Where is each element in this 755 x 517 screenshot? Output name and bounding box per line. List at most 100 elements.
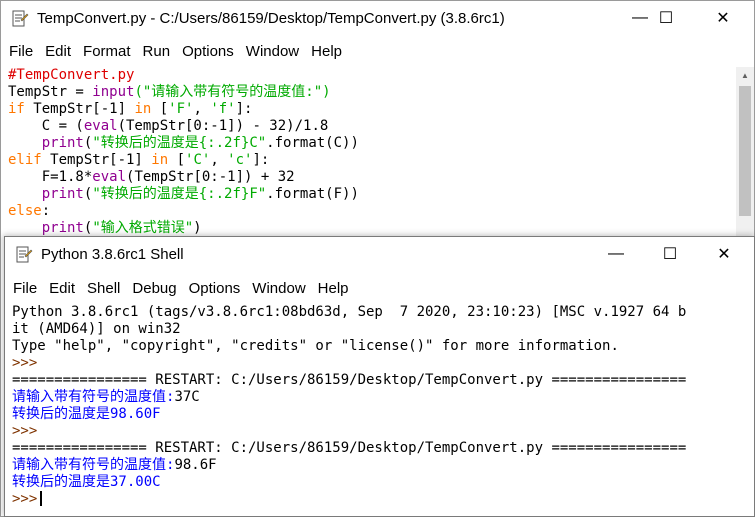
shell-restart-line: ================ RESTART: C:/Users/86159… (12, 372, 687, 388)
editor-scroll-thumb[interactable] (739, 86, 751, 216)
shell-menu-debug[interactable]: Debug (126, 280, 182, 297)
code-line: print("转换后的温度是{:.2f}C".format(C)) (8, 135, 736, 152)
code-keyword: in (134, 101, 152, 117)
editor-menu-run[interactable]: Run (137, 43, 177, 60)
code-text: , (210, 152, 228, 168)
code-keyword: else (8, 203, 42, 219)
code-line: elif TempStr[-1] in ['C', 'c']: (8, 152, 736, 169)
editor-titlebar[interactable]: TempConvert.py - C:/Users/86159/Desktop/… (1, 1, 754, 35)
editor-menu-options[interactable]: Options (176, 43, 240, 60)
code-builtin: print (41, 186, 84, 202)
code-line: if TempStr[-1] in ['F', 'f']: (8, 101, 736, 118)
scroll-up-icon[interactable]: ▲ (736, 67, 754, 84)
code-text: (TempStr[0:-1]) - 32)/1.8 (117, 118, 329, 134)
shell-input-line: 请输入带有符号的温度值:37C (12, 389, 746, 406)
code-string: ("请输入带有符号的温度值:") (134, 84, 331, 100)
shell-user-input: 37C (174, 389, 200, 405)
code-line: #TempConvert.py (8, 67, 736, 84)
shell-prompt: >>> (12, 355, 38, 371)
code-string: 'C' (185, 152, 211, 168)
code-line: TempStr = input("请输入带有符号的温度值:") (8, 84, 736, 101)
shell-window: Python 3.8.6rc1 Shell — ☐ ✕ File Edit Sh… (4, 236, 755, 517)
shell-menu-window[interactable]: Window (246, 280, 311, 297)
shell-active-prompt-line[interactable]: >>> (12, 491, 746, 508)
shell-menu-file[interactable]: File (7, 280, 43, 297)
code-line: C = (eval(TempStr[0:-1]) - 32)/1.8 (8, 118, 736, 135)
code-text: ) (193, 220, 202, 236)
code-keyword: elif (8, 152, 42, 168)
shell-stdout: 转换后的温度是37.00C (12, 474, 161, 490)
editor-maximize-button[interactable]: ☐ (643, 1, 689, 35)
code-string: 'F' (168, 101, 194, 117)
shell-menu-options[interactable]: Options (183, 280, 247, 297)
python-shell-icon (16, 246, 33, 263)
shell-maximize-button[interactable]: ☐ (647, 237, 693, 271)
code-line: print("输入格式错误") (8, 220, 736, 237)
shell-menubar: File Edit Shell Debug Options Window Hel… (5, 276, 754, 300)
editor-menu-edit[interactable]: Edit (39, 43, 77, 60)
code-keyword: in (151, 152, 169, 168)
code-comment: #TempConvert.py (8, 67, 135, 83)
code-builtin: input (92, 84, 135, 100)
editor-title: TempConvert.py - C:/Users/86159/Desktop/… (37, 10, 505, 27)
code-builtin: print (41, 135, 84, 151)
code-line: print("转换后的温度是{:.2f}F".format(F)) (8, 186, 736, 203)
shell-user-input: 98.6F (174, 457, 217, 473)
code-builtin: print (41, 220, 84, 236)
editor-menu-window[interactable]: Window (240, 43, 305, 60)
code-text: ]: (235, 101, 253, 117)
text-cursor (40, 491, 43, 506)
editor-code-area[interactable]: #TempConvert.py TempStr = input("请输入带有符号… (8, 67, 736, 237)
shell-stdout: 转换后的温度是98.60F (12, 406, 161, 422)
editor-menu-file[interactable]: File (3, 43, 39, 60)
code-string: 'f' (210, 101, 236, 117)
shell-banner-line: Python 3.8.6rc1 (tags/v3.8.6rc1:08bd63d,… (12, 304, 687, 320)
code-keyword: if (8, 101, 25, 117)
shell-restart-line: ================ RESTART: C:/Users/86159… (12, 440, 687, 456)
shell-prompt: >>> (12, 491, 38, 507)
shell-titlebar[interactable]: Python 3.8.6rc1 Shell — ☐ ✕ (5, 237, 754, 271)
code-text: TempStr = (8, 84, 93, 100)
shell-title: Python 3.8.6rc1 Shell (41, 246, 184, 263)
editor-menu-format[interactable]: Format (77, 43, 137, 60)
code-builtin: eval (92, 169, 127, 185)
code-line: else: (8, 203, 736, 220)
shell-banner-line: Type "help", "copyright", "credits" or "… (12, 338, 619, 354)
editor-menu-help[interactable]: Help (305, 43, 348, 60)
shell-minimize-button[interactable]: — (593, 237, 639, 271)
code-text: , (193, 101, 211, 117)
code-text: (TempStr[0:-1]) + 32 (126, 169, 295, 185)
code-builtin: eval (83, 118, 118, 134)
code-text: C = ( (8, 118, 84, 134)
editor-menubar: File Edit Format Run Options Window Help (1, 39, 754, 63)
code-text: [ (151, 101, 169, 117)
shell-menu-shell[interactable]: Shell (81, 280, 126, 297)
code-text: .format(C)) (266, 135, 359, 151)
code-text: [ (168, 152, 186, 168)
shell-close-button[interactable]: ✕ (701, 237, 747, 271)
shell-menu-help[interactable]: Help (312, 280, 355, 297)
shell-prompt: >>> (12, 423, 38, 439)
shell-stdout: 请输入带有符号的温度值: (12, 389, 175, 405)
code-text: TempStr[-1] (41, 152, 152, 168)
shell-output-area[interactable]: Python 3.8.6rc1 (tags/v3.8.6rc1:08bd63d,… (12, 304, 746, 508)
code-string: "转换后的温度是{:.2f}F" (92, 186, 267, 202)
editor-scrollbar[interactable]: ▲ (736, 67, 754, 237)
code-text: TempStr[-1] (24, 101, 135, 117)
code-line: F=1.8*eval(TempStr[0:-1]) + 32 (8, 169, 736, 186)
shell-stdout: 请输入带有符号的温度值: (12, 457, 175, 473)
code-string: "转换后的温度是{:.2f}C" (92, 135, 267, 151)
code-text: ]: (252, 152, 270, 168)
code-text: .format(F)) (266, 186, 359, 202)
editor-close-button[interactable]: ✕ (700, 1, 746, 35)
code-text: : (41, 203, 51, 219)
code-string: 'c' (227, 152, 253, 168)
code-text: F=1.8* (8, 169, 93, 185)
shell-banner-line: it (AMD64)] on win32 (12, 321, 181, 337)
shell-input-line: 请输入带有符号的温度值:98.6F (12, 457, 746, 474)
python-idle-icon (12, 10, 29, 27)
code-string: "输入格式错误" (92, 220, 194, 236)
shell-menu-edit[interactable]: Edit (43, 280, 81, 297)
